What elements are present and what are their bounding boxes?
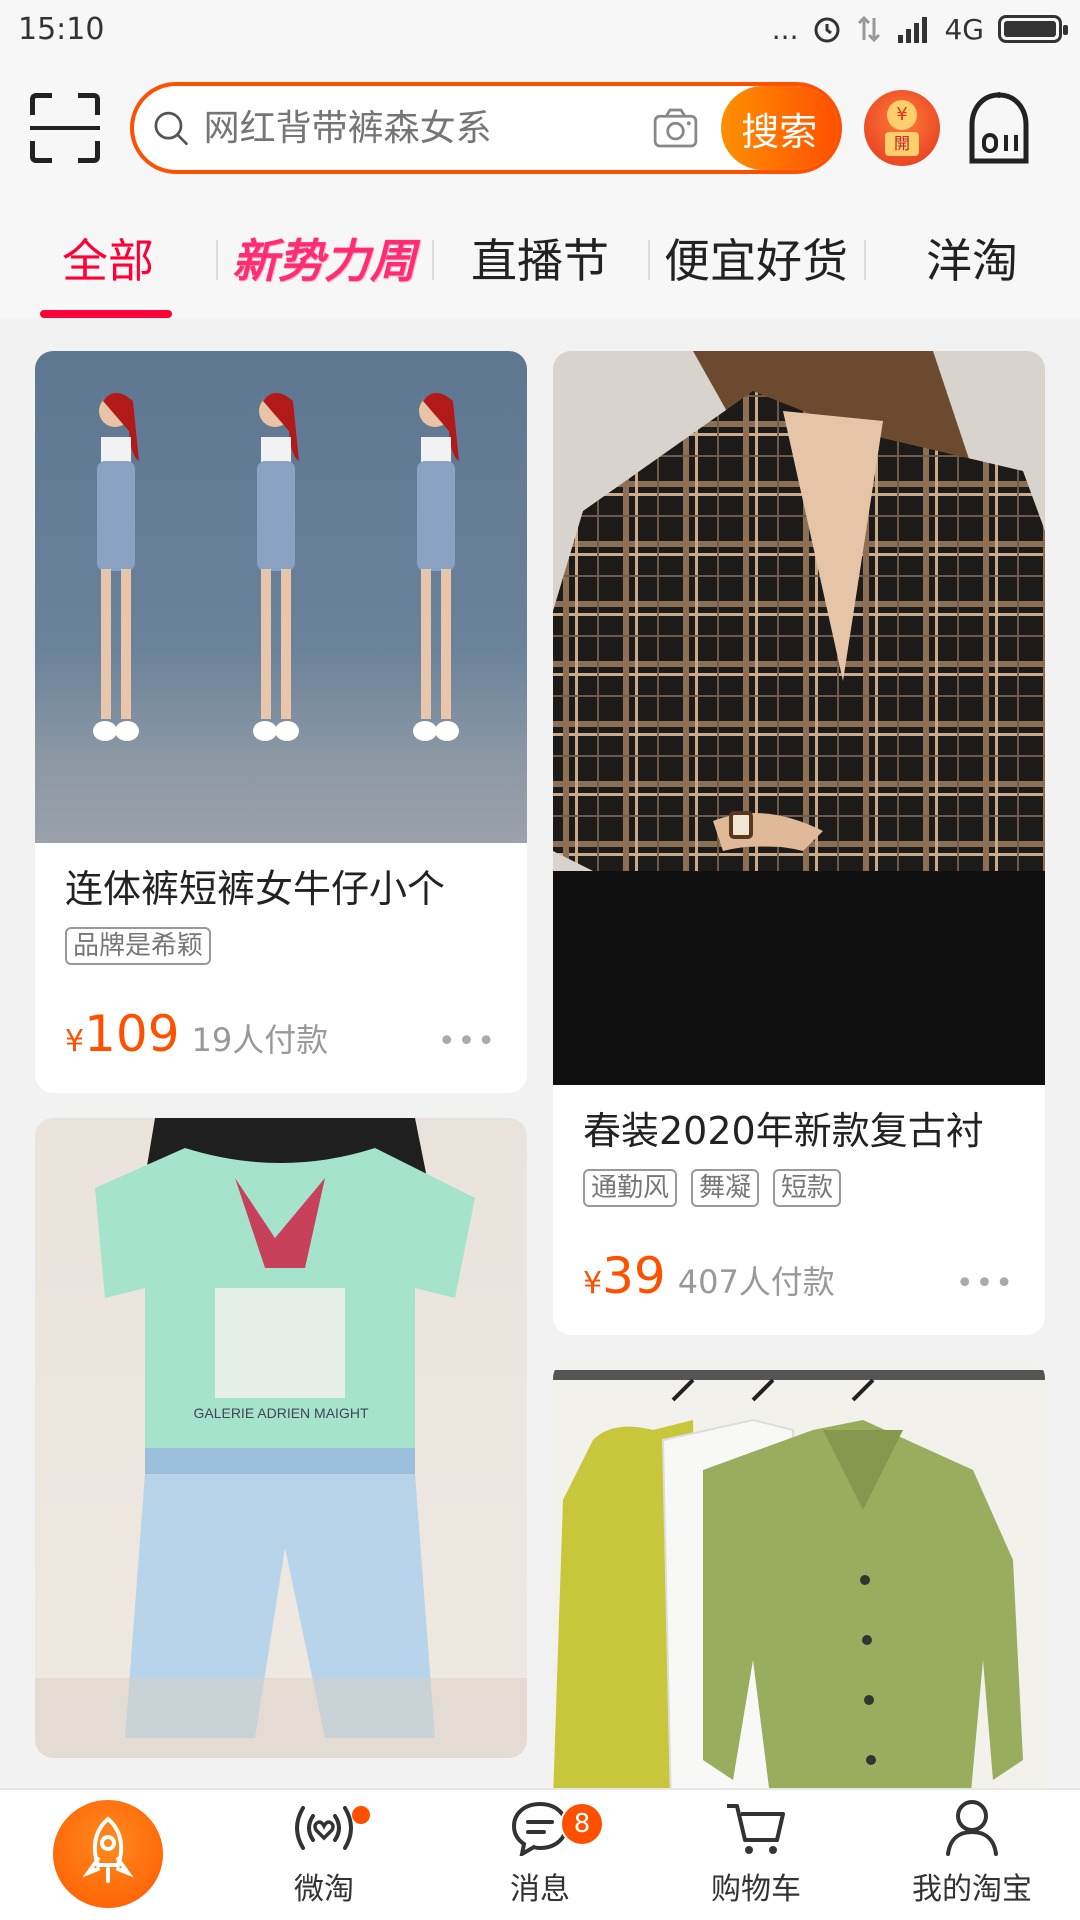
plaid-shirt-photo	[553, 351, 1045, 1085]
product-price: ¥39	[583, 1247, 666, 1305]
status-time: 15:10	[18, 11, 105, 47]
more-dots-icon: ...	[771, 12, 799, 46]
assistant-bot-icon[interactable]	[964, 91, 1034, 165]
rocket-icon[interactable]	[53, 1800, 163, 1908]
mint-tshirt-photo: GALERIE ADRIEN MAIGHT	[35, 1118, 527, 1758]
product-feed: 连体裤短裤女牛仔小个 品牌是希颖 ¥109 19人付款 ••• GALERIE …	[0, 318, 1080, 1788]
feed-column-left: 连体裤短裤女牛仔小个 品牌是希颖 ¥109 19人付款 ••• GALERIE …	[35, 351, 527, 1783]
tab-yangtao[interactable]: 洋淘	[864, 198, 1080, 318]
nav-label: 我的淘宝	[912, 1872, 1032, 1907]
feed-column-right: 春装2020年新款复古衬 通勤风 舞凝 短款 ¥39 407人付款 •••	[553, 351, 1045, 1788]
more-options-icon[interactable]: •••	[956, 1266, 1015, 1301]
red-packet-icon[interactable]: ¥ 開	[864, 90, 940, 166]
product-tag: 通勤风	[583, 1169, 678, 1207]
search-input[interactable]	[203, 107, 652, 149]
sold-count: 19人付款	[191, 1021, 329, 1059]
search-bar: 搜索	[130, 82, 842, 174]
camera-icon[interactable]	[652, 101, 699, 155]
red-packet-label: 開	[885, 132, 919, 156]
tab-live-festival[interactable]: 直播节	[432, 198, 648, 318]
alarm-icon	[814, 17, 840, 43]
tab-all[interactable]: 全部	[0, 198, 216, 318]
product-card[interactable]	[553, 1360, 1045, 1788]
product-card[interactable]: GALERIE ADRIEN MAIGHT	[35, 1118, 527, 1758]
nav-label: 消息	[510, 1872, 570, 1907]
signal-icon	[898, 17, 928, 43]
sold-count: 407人付款	[677, 1263, 835, 1301]
product-tag: 短款	[773, 1169, 842, 1207]
product-card[interactable]: 春装2020年新款复古衬 通勤风 舞凝 短款 ¥39 407人付款 •••	[553, 351, 1045, 1335]
search-button[interactable]: 搜索	[720, 86, 838, 170]
svg-text:GALERIE ADRIEN MAIGHT: GALERIE ADRIEN MAIGHT	[193, 1405, 368, 1421]
product-title: 连体裤短裤女牛仔小个	[65, 867, 446, 911]
nav-my-taobao[interactable]: 我的淘宝	[864, 1790, 1080, 1920]
nav-weitao[interactable]: 微淘	[216, 1790, 432, 1920]
search-icon	[154, 111, 188, 146]
nav-messages[interactable]: 8 消息	[432, 1790, 648, 1920]
product-tag: 舞凝	[691, 1169, 760, 1207]
currency-symbol: ¥	[65, 1024, 85, 1059]
more-options-icon[interactable]: •••	[438, 1024, 497, 1059]
price-value: 39	[602, 1247, 666, 1305]
category-tabs: 全部 新势力周 直播节 便宜好货 洋淘	[0, 198, 1080, 318]
product-price: ¥109	[65, 1005, 180, 1063]
nav-label: 微淘	[294, 1872, 354, 1907]
red-packet-coin: ¥	[887, 100, 917, 130]
satin-blouses-photo	[553, 1360, 1045, 1788]
tab-cheap-goods[interactable]: 便宜好货	[648, 198, 864, 318]
nav-label: 购物车	[711, 1872, 801, 1907]
product-title: 春装2020年新款复古衬	[583, 1109, 984, 1153]
product-card[interactable]: 连体裤短裤女牛仔小个 品牌是希颖 ¥109 19人付款 •••	[35, 351, 527, 1093]
bottom-nav: 微淘 8 消息 购物车 我的淘宝	[0, 1788, 1080, 1920]
status-bar: 15:10 ... 4G	[0, 0, 1080, 58]
message-badge: 8	[560, 1802, 604, 1846]
top-header: 搜索 ¥ 開	[0, 58, 1080, 198]
weitao-icon	[295, 1806, 353, 1850]
product-tag: 品牌是希颖	[65, 927, 212, 965]
network-type: 4G	[944, 12, 984, 46]
notification-dot	[352, 1806, 370, 1824]
battery-icon	[998, 15, 1068, 43]
data-transfer-icon	[858, 15, 881, 43]
scan-icon[interactable]	[30, 93, 100, 163]
currency-symbol: ¥	[583, 1266, 603, 1301]
tab-new-power-week[interactable]: 新势力周	[216, 198, 432, 318]
cart-icon	[727, 1804, 785, 1854]
profile-icon	[946, 1800, 998, 1856]
denim-overalls-photo	[35, 351, 527, 843]
nav-home[interactable]	[0, 1790, 216, 1920]
price-value: 109	[84, 1005, 180, 1063]
nav-cart[interactable]: 购物车	[648, 1790, 864, 1920]
